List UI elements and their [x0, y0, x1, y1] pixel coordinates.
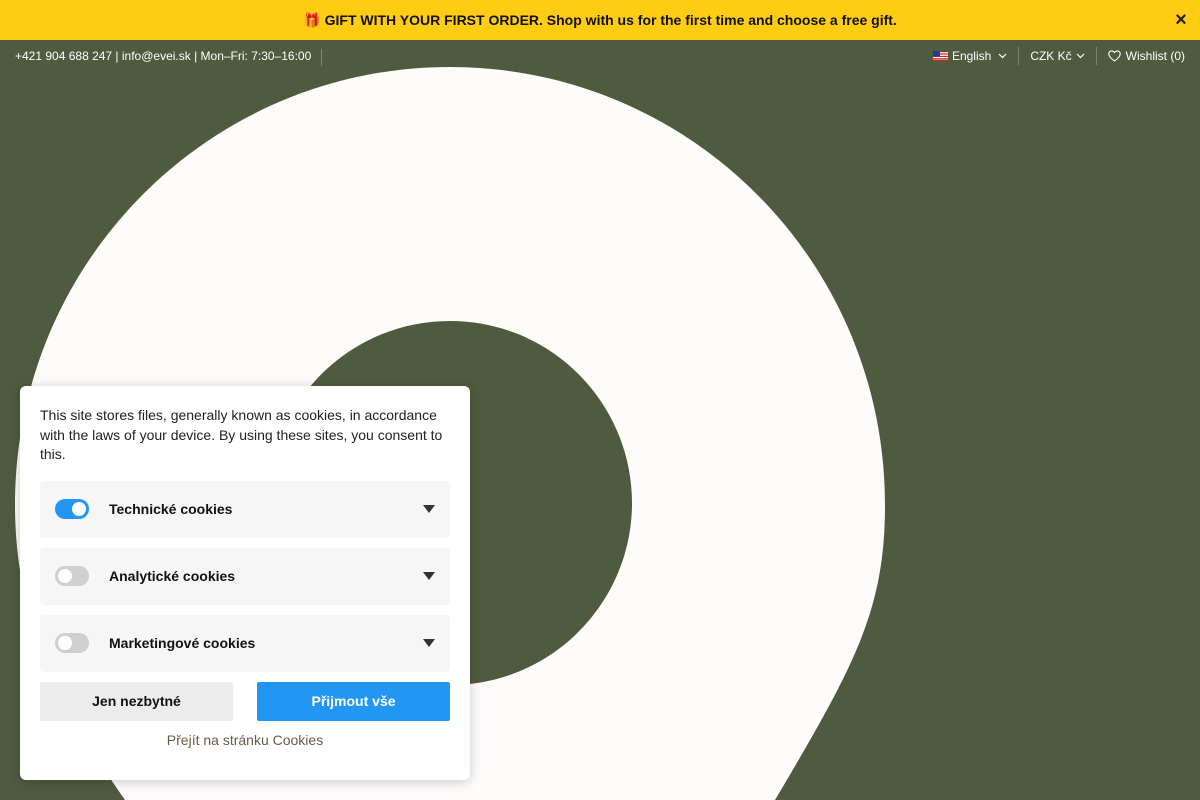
cookie-category-label: Analytické cookies — [109, 568, 236, 584]
caret-down-icon[interactable] — [423, 638, 435, 647]
announcement-text: GIFT WITH YOUR FIRST ORDER. Shop with us… — [324, 12, 897, 28]
cookie-category-marketing[interactable]: Marketingové cookies — [40, 614, 450, 672]
wishlist-label: Wishlist (0) — [1125, 49, 1185, 63]
announcement-bar: 🎁 GIFT WITH YOUR FIRST ORDER. Shop with … — [0, 0, 1200, 40]
contact-info: +421 904 688 247 | info@evei.sk | Mon–Fr… — [15, 49, 323, 66]
language-selector[interactable]: English — [932, 47, 1018, 65]
toggle-knob — [72, 502, 86, 516]
technical-cookies-toggle[interactable] — [55, 499, 89, 519]
us-flag-icon — [932, 51, 948, 61]
cookie-category-label: Technické cookies — [109, 501, 233, 517]
cookie-notice-text: This site stores files, generally known … — [40, 407, 443, 462]
chevron-down-icon — [1076, 53, 1085, 59]
language-label: English — [951, 49, 992, 63]
caret-down-icon[interactable] — [423, 571, 435, 580]
toggle-knob — [58, 569, 72, 583]
cookie-category-analytics[interactable]: Analytické cookies — [40, 547, 450, 605]
chevron-down-icon — [998, 53, 1007, 59]
marketing-cookies-toggle[interactable] — [55, 633, 89, 653]
cookie-page-link[interactable]: Přejít na stránku Cookies — [40, 732, 450, 748]
page: 🎁 GIFT WITH YOUR FIRST ORDER. Shop with … — [0, 0, 1200, 800]
gift-icon: 🎁 — [303, 11, 321, 28]
currency-selector[interactable]: CZK Kč — [1018, 47, 1095, 65]
analytics-cookies-toggle[interactable] — [55, 566, 89, 586]
cookie-consent-panel: This site stores files, generally known … — [20, 386, 470, 780]
caret-down-icon[interactable] — [423, 504, 435, 513]
top-bar: +421 904 688 247 | info@evei.sk | Mon–Fr… — [0, 40, 1200, 72]
cookie-category-label: Marketingové cookies — [109, 635, 256, 651]
necessary-only-button[interactable]: Jen nezbytné — [40, 681, 233, 721]
wishlist-link[interactable]: Wishlist (0) — [1095, 47, 1185, 65]
top-bar-actions: English CZK Kč Wishlist (0) — [932, 47, 1185, 65]
currency-label: CZK Kč — [1030, 49, 1072, 63]
close-icon[interactable]: × — [1170, 9, 1192, 31]
cookie-category-technical[interactable]: Technické cookies — [40, 480, 450, 538]
toggle-knob — [58, 636, 72, 650]
cookie-buttons: Jen nezbytné Přijmout vše — [40, 681, 450, 721]
heart-icon — [1107, 50, 1121, 62]
accept-all-button[interactable]: Přijmout vše — [257, 681, 450, 721]
